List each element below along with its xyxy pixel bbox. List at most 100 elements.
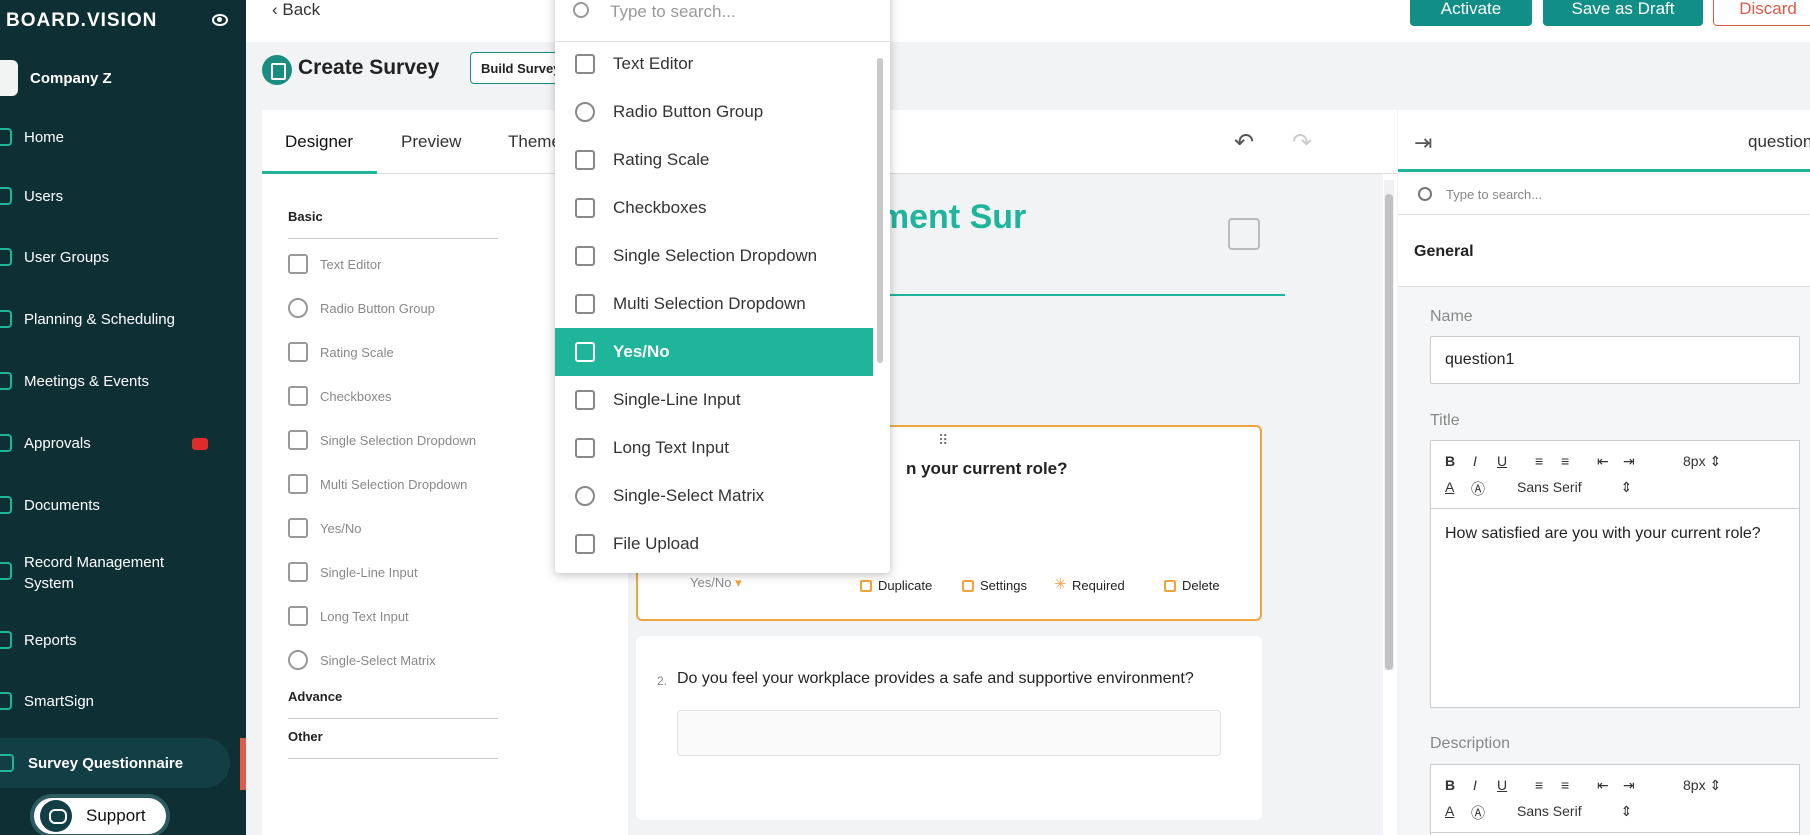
divider xyxy=(288,238,498,239)
text-color-icon[interactable]: A xyxy=(1445,803,1454,819)
required-button[interactable]: ✳ Required xyxy=(1054,577,1125,594)
dropdown-item-label: Long Text Input xyxy=(613,438,729,457)
underline-icon[interactable]: U xyxy=(1497,453,1507,469)
toolbox-other-header[interactable]: Other xyxy=(288,729,323,744)
question-type-select[interactable]: Yes/No ▾ xyxy=(690,575,742,591)
collapse-panel-icon[interactable]: ⇥ xyxy=(1414,130,1432,156)
underline-icon[interactable]: U xyxy=(1497,777,1507,793)
dropdown-item-selected[interactable]: Yes/No xyxy=(555,328,873,376)
ordered-list-icon[interactable]: ≡ xyxy=(1535,453,1543,469)
dropdown-item[interactable]: Rating Scale xyxy=(555,136,873,184)
sidebar-item-home[interactable]: Home xyxy=(0,128,240,146)
canvas-scrollbar[interactable] xyxy=(1384,180,1394,670)
highlight-icon[interactable]: Ⓐ xyxy=(1471,479,1485,499)
toolbox-item-label: Checkboxes xyxy=(320,388,392,404)
bullet-list-icon[interactable]: ≡ xyxy=(1561,453,1569,469)
dropdown-item-label: Text Editor xyxy=(613,54,694,73)
dropdown-item[interactable]: Radio Button Group xyxy=(555,88,873,136)
dropdown-scrollbar[interactable] xyxy=(875,58,885,548)
user-groups-icon xyxy=(0,248,12,266)
title-editor[interactable]: B I U ≡ ≡ ⇤ ⇥ 8px ⇕ A Ⓐ Sans Serif ⇕ How… xyxy=(1430,440,1800,708)
toolbox-basic-header[interactable]: Basic xyxy=(288,209,323,224)
outdent-icon[interactable]: ⇤ xyxy=(1597,777,1609,794)
back-button[interactable]: ‹ Back xyxy=(272,0,320,20)
bold-icon[interactable]: B xyxy=(1445,777,1455,793)
support-button[interactable]: Support xyxy=(30,794,170,835)
bullet-list-icon[interactable]: ≡ xyxy=(1561,777,1569,793)
dropdown-item[interactable]: File Upload xyxy=(555,520,873,568)
sidebar-item-survey[interactable]: Survey Questionnaire xyxy=(0,738,230,788)
dropdown-item[interactable]: Single Selection Dropdown xyxy=(555,232,873,280)
discard-button[interactable]: Discard xyxy=(1713,0,1810,26)
scrollbar-thumb[interactable] xyxy=(1385,194,1393,670)
toolbox-item[interactable]: Single Selection Dropdown xyxy=(288,430,476,450)
tab-preview[interactable]: Preview xyxy=(401,132,461,152)
toolbox-item[interactable]: Single-Select Matrix xyxy=(288,650,436,670)
sidebar-item-smartsign[interactable]: SmartSign xyxy=(0,692,240,710)
font-size-select[interactable]: 8px ⇕ xyxy=(1683,453,1721,470)
general-section-header[interactable]: General xyxy=(1398,215,1810,287)
redo-icon[interactable]: ↷ xyxy=(1292,128,1312,157)
italic-icon[interactable]: I xyxy=(1473,777,1477,793)
sidebar-item-meetings[interactable]: Meetings & Events xyxy=(0,372,240,390)
sidebar-item-planning[interactable]: Planning & Scheduling xyxy=(0,310,240,328)
toolbox-item[interactable]: Rating Scale xyxy=(288,342,394,362)
company-switcher[interactable]: Company Z xyxy=(0,60,112,96)
toolbox-item[interactable]: Checkboxes xyxy=(288,386,392,406)
dropdown-item[interactable]: Multi Selection Dropdown xyxy=(555,280,873,328)
name-field[interactable]: question1 xyxy=(1430,336,1800,384)
title-text[interactable]: How satisfied are you with your current … xyxy=(1431,509,1799,559)
scrollbar-thumb[interactable] xyxy=(877,58,883,363)
dropdown-item[interactable]: Checkboxes xyxy=(555,184,873,232)
sidebar-item-user-groups[interactable]: User Groups xyxy=(0,248,240,266)
dropdown-item[interactable]: Single-Line Input xyxy=(555,376,873,424)
activate-button[interactable]: Activate xyxy=(1410,0,1532,26)
toolbox-item[interactable]: Radio Button Group xyxy=(288,298,435,318)
font-family-select[interactable]: Sans Serif ⇕ xyxy=(1517,803,1632,820)
dropdown-item[interactable]: Long Text Input xyxy=(555,424,873,472)
italic-icon[interactable]: I xyxy=(1473,453,1477,469)
panel-search-input[interactable]: Type to search... xyxy=(1446,187,1542,202)
drag-handle-icon[interactable]: ⠿ xyxy=(938,432,949,449)
dropdown-item[interactable]: Single-Select Matrix xyxy=(555,472,873,520)
font-family-select[interactable]: Sans Serif ⇕ xyxy=(1517,479,1632,496)
indent-icon[interactable]: ⇥ xyxy=(1623,777,1635,794)
outdent-icon[interactable]: ⇤ xyxy=(1597,453,1609,470)
sidebar-item-reports[interactable]: Reports xyxy=(0,631,240,649)
description-editor[interactable]: B I U ≡ ≡ ⇤ ⇥ 8px ⇕ A Ⓐ Sans Serif ⇕ xyxy=(1430,764,1800,835)
settings-button[interactable]: Settings xyxy=(962,578,1027,593)
question-type-label: Yes/No xyxy=(690,575,732,590)
sidebar-item-records[interactable]: Record Management System xyxy=(0,552,240,594)
toolbox-item-label: Single-Line Input xyxy=(320,564,418,580)
toolbox-item[interactable]: Yes/No xyxy=(288,518,361,538)
font-size-select[interactable]: 8px ⇕ xyxy=(1683,777,1721,794)
highlight-icon[interactable]: Ⓐ xyxy=(1471,803,1485,823)
bold-icon[interactable]: B xyxy=(1445,453,1455,469)
dropdown-item-label: Checkboxes xyxy=(613,198,707,217)
text-color-icon[interactable]: A xyxy=(1445,479,1454,495)
indent-icon[interactable]: ⇥ xyxy=(1623,453,1635,470)
ordered-list-icon[interactable]: ≡ xyxy=(1535,777,1543,793)
toolbox-item[interactable]: Text Editor xyxy=(288,254,381,274)
sidebar-item-documents[interactable]: Documents xyxy=(0,496,240,514)
tab-designer[interactable]: Designer xyxy=(285,132,353,152)
image-icon[interactable] xyxy=(1228,218,1260,250)
undo-icon[interactable]: ↶ xyxy=(1234,128,1254,157)
toolbox-item[interactable]: Multi Selection Dropdown xyxy=(288,474,467,494)
toolbox-item[interactable]: Long Text Input xyxy=(288,606,409,626)
eye-icon[interactable] xyxy=(212,14,228,26)
panel-search[interactable]: Type to search... xyxy=(1398,175,1810,215)
toolbox-advance-header[interactable]: Advance xyxy=(288,689,342,704)
dropdown-item[interactable]: Text Editor xyxy=(555,40,873,88)
build-survey-button[interactable]: Build Survey xyxy=(470,52,562,84)
save-draft-button[interactable]: Save as Draft xyxy=(1543,0,1703,26)
dropdown-search[interactable]: Type to search... xyxy=(555,0,890,42)
delete-button[interactable]: Delete xyxy=(1164,578,1220,593)
duplicate-button[interactable]: Duplicate xyxy=(860,578,932,593)
question-2-input[interactable] xyxy=(677,710,1221,756)
action-label: Duplicate xyxy=(878,578,933,593)
question-1-text: n your current role? xyxy=(906,459,1068,478)
toolbox-item[interactable]: Single-Line Input xyxy=(288,562,418,582)
search-input[interactable]: Type to search... xyxy=(610,2,736,22)
sidebar-item-users[interactable]: Users xyxy=(0,187,240,205)
